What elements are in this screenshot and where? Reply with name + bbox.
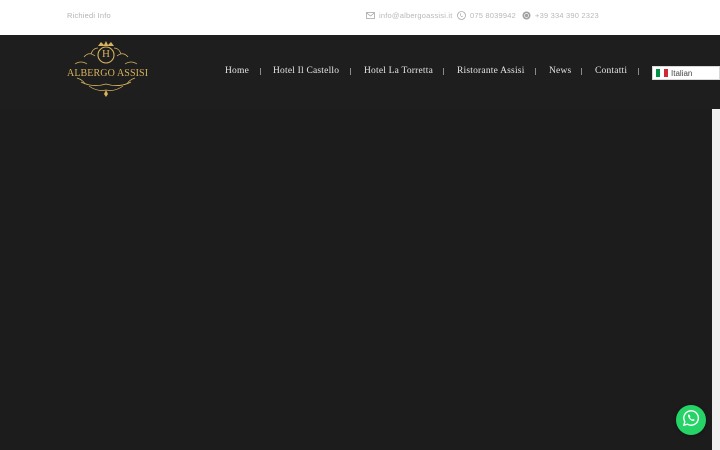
albergo-assisi-logo[interactable]: H ALBERGO ASSISI [67,40,149,98]
request-info-link[interactable]: Richiedi Info [67,11,111,20]
phone-text: 075 8039942 [470,11,516,20]
phone-contact[interactable]: 075 8039942 [457,11,516,20]
nav-item-hotel-il-castello[interactable]: Hotel Il Castello [273,66,339,76]
nav-item-contatti[interactable]: Contatti [595,66,627,76]
nav-separator [350,68,351,75]
nav-separator [443,68,444,75]
nav-separator [638,68,639,75]
italian-flag-icon [656,69,668,77]
envelope-icon [366,12,375,19]
nav-separator [535,68,536,75]
whatsapp-text: +39 334 390 2323 [535,11,599,20]
site-header: H ALBERGO ASSISI Home Hotel Il Castello … [0,35,720,109]
logo-name: ALBERGO ASSISI [67,68,149,79]
whatsapp-contact[interactable]: +39 334 390 2323 [522,11,599,20]
language-label: Italian [671,68,693,78]
nav-item-hotel-la-torretta[interactable]: Hotel La Torretta [364,66,433,76]
nav-item-home[interactable]: Home [225,66,249,76]
nav-item-ristorante-assisi[interactable]: Ristorante Assisi [457,66,525,76]
email-text: info@albergoassisi.it [379,11,453,20]
whatsapp-small-icon [522,11,531,20]
nav-item-news[interactable]: News [549,66,571,76]
top-contact-bar: Richiedi Info info@albergoassisi.it 075 … [0,0,720,35]
language-selector[interactable]: Italian [652,66,720,80]
whatsapp-chat-button[interactable] [676,405,706,435]
hero-area [0,109,720,450]
whatsapp-icon [682,409,700,432]
logo-letter: H [102,48,110,60]
nav-separator [260,68,261,75]
side-panel-edge [712,109,720,450]
phone-icon [457,11,466,20]
nav-separator [581,68,582,75]
email-contact[interactable]: info@albergoassisi.it [366,11,453,20]
